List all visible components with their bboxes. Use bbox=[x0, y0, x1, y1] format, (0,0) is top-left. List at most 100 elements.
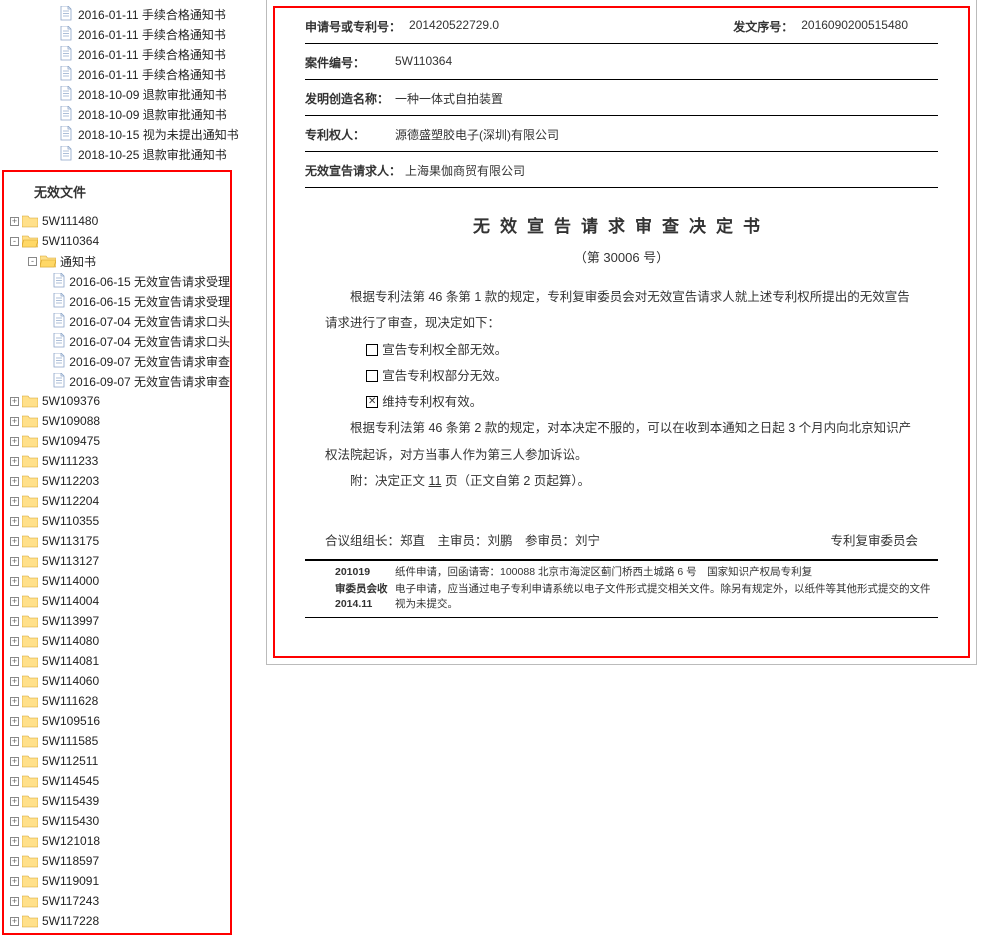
folder-icon bbox=[22, 414, 38, 428]
expand-icon[interactable]: + bbox=[10, 897, 19, 906]
expand-icon[interactable]: + bbox=[10, 517, 19, 526]
tree-file[interactable]: 2018-10-09 退款审批通知书 bbox=[30, 104, 260, 124]
tree-file[interactable]: 2018-10-09 退款审批通知书 bbox=[30, 84, 260, 104]
tree-folder[interactable]: +5W114081 bbox=[8, 651, 230, 671]
tree-folder[interactable]: +5W110355 bbox=[8, 511, 230, 531]
expand-icon[interactable]: + bbox=[10, 577, 19, 586]
tree-folder[interactable]: +5W114004 bbox=[8, 591, 230, 611]
tree-folder[interactable]: +5W115439 bbox=[8, 791, 230, 811]
expand-icon[interactable]: + bbox=[10, 397, 19, 406]
tree-file[interactable]: 2016-01-11 手续合格通知书 bbox=[30, 4, 260, 24]
folder-icon bbox=[22, 634, 38, 648]
expand-icon[interactable]: + bbox=[10, 417, 19, 426]
expand-icon[interactable]: + bbox=[10, 837, 19, 846]
committee-name: 专利复审委员会 bbox=[830, 530, 918, 549]
folder-icon bbox=[22, 394, 38, 408]
requester-label: 无效宣告请求人： bbox=[305, 162, 405, 179]
tree-folder[interactable]: +5W113997 bbox=[8, 611, 230, 631]
tree-folder[interactable]: +5W118597 bbox=[8, 851, 230, 871]
tree-folder[interactable]: +5W112203 bbox=[8, 471, 230, 491]
tree-file[interactable]: 2018-10-15 视为未提出通知书 bbox=[30, 124, 260, 144]
folder-icon bbox=[22, 714, 38, 728]
tree-file[interactable]: 2016-01-11 手续合格通知书 bbox=[30, 64, 260, 84]
tree-folder[interactable]: +5W114060 bbox=[8, 671, 230, 691]
tree-folder[interactable]: +5W114000 bbox=[8, 571, 230, 591]
tree-folder[interactable]: -通知书 bbox=[8, 251, 230, 271]
expand-icon[interactable]: + bbox=[10, 737, 19, 746]
tree-item-label: 5W114060 bbox=[42, 674, 99, 688]
tree-file[interactable]: 2016-09-07 无效宣告请求审查 bbox=[8, 351, 230, 371]
tree-folder[interactable]: +5W119091 bbox=[8, 871, 230, 891]
expand-icon[interactable]: + bbox=[10, 597, 19, 606]
option-maintain-valid: 维持专利权有效。 bbox=[366, 389, 918, 415]
case-no-value: 5W110364 bbox=[395, 54, 452, 71]
tree-item-label: 5W111233 bbox=[42, 454, 98, 468]
expand-icon[interactable]: + bbox=[10, 877, 19, 886]
tree-item-label: 5W110355 bbox=[42, 514, 99, 528]
tree-folder[interactable]: +5W111585 bbox=[8, 731, 230, 751]
tree-folder[interactable]: +5W109516 bbox=[8, 711, 230, 731]
tree-folder[interactable]: +5W111233 bbox=[8, 451, 230, 471]
folder-icon bbox=[22, 734, 38, 748]
expand-icon[interactable]: + bbox=[10, 817, 19, 826]
tree-folder[interactable]: +5W117243 bbox=[8, 891, 230, 911]
expand-icon[interactable]: + bbox=[10, 917, 19, 926]
expand-icon[interactable]: + bbox=[10, 777, 19, 786]
expand-icon[interactable]: + bbox=[10, 757, 19, 766]
tree-folder[interactable]: +5W111480 bbox=[8, 211, 230, 231]
tree-item-label: 5W121018 bbox=[42, 834, 100, 848]
tree-file[interactable]: 2018-10-25 退款审批通知书 bbox=[30, 144, 260, 164]
tree-folder[interactable]: +5W109376 bbox=[8, 391, 230, 411]
tree-folder[interactable]: +5W114545 bbox=[8, 771, 230, 791]
tree-item-label: 5W115439 bbox=[42, 794, 99, 808]
expand-icon[interactable]: + bbox=[10, 677, 19, 686]
requester-value: 上海果伽商贸有限公司 bbox=[405, 162, 525, 179]
tree-folder[interactable]: +5W121018 bbox=[8, 831, 230, 851]
case-no-label: 案件编号： bbox=[305, 54, 395, 71]
tree-item-label: 5W117243 bbox=[42, 894, 99, 908]
app-no-value: 201420522729.0 bbox=[409, 18, 499, 35]
expand-icon[interactable]: + bbox=[10, 537, 19, 546]
folder-icon bbox=[40, 254, 56, 268]
expand-icon[interactable]: + bbox=[10, 457, 19, 466]
expand-icon[interactable]: + bbox=[10, 797, 19, 806]
tree-folder[interactable]: +5W109088 bbox=[8, 411, 230, 431]
tree-item-label: 5W109088 bbox=[42, 414, 100, 428]
tree-file[interactable]: 2016-01-11 手续合格通知书 bbox=[30, 24, 260, 44]
tree-folder[interactable]: +5W112511 bbox=[8, 751, 230, 771]
tree-file[interactable]: 2016-07-04 无效宣告请求口头 bbox=[8, 311, 230, 331]
tree-file[interactable]: 2016-01-11 手续合格通知书 bbox=[30, 44, 260, 64]
folder-icon bbox=[22, 674, 38, 688]
tree-file[interactable]: 2016-06-15 无效宣告请求受理 bbox=[8, 271, 230, 291]
tree-folder[interactable]: +5W112204 bbox=[8, 491, 230, 511]
expand-icon[interactable]: + bbox=[10, 617, 19, 626]
expand-icon[interactable]: + bbox=[10, 717, 19, 726]
tree-folder[interactable]: +5W114080 bbox=[8, 631, 230, 651]
expand-icon[interactable]: + bbox=[10, 477, 19, 486]
expand-icon[interactable]: + bbox=[10, 857, 19, 866]
expand-icon[interactable]: + bbox=[10, 657, 19, 666]
expand-icon[interactable]: + bbox=[10, 497, 19, 506]
tree-item-label: 5W119091 bbox=[42, 874, 99, 888]
tree-file[interactable]: 2016-09-07 无效宣告请求审查 bbox=[8, 371, 230, 391]
tree-file[interactable]: 2016-06-15 无效宣告请求受理 bbox=[8, 291, 230, 311]
collapse-icon[interactable]: - bbox=[10, 237, 19, 246]
collapse-icon[interactable]: - bbox=[28, 257, 37, 266]
expand-icon[interactable]: + bbox=[10, 697, 19, 706]
tree-folder[interactable]: -5W110364 bbox=[8, 231, 230, 251]
tree-folder[interactable]: +5W109475 bbox=[8, 431, 230, 451]
expand-icon[interactable]: + bbox=[10, 557, 19, 566]
tree-folder[interactable]: +5W113175 bbox=[8, 531, 230, 551]
tree-file[interactable]: 2016-07-04 无效宣告请求口头 bbox=[8, 331, 230, 351]
file-icon bbox=[53, 353, 65, 369]
folder-icon bbox=[22, 834, 38, 848]
paragraph-2: 根据专利法第 46 条第 2 款的规定，对本决定不服的，可以在收到本通知之日起 … bbox=[325, 415, 918, 468]
tree-item-label: 2016-09-07 无效宣告请求审查 bbox=[69, 373, 230, 390]
expand-icon[interactable]: + bbox=[10, 217, 19, 226]
expand-icon[interactable]: + bbox=[10, 437, 19, 446]
tree-folder[interactable]: +5W115430 bbox=[8, 811, 230, 831]
tree-folder[interactable]: +5W117228 bbox=[8, 911, 230, 931]
expand-icon[interactable]: + bbox=[10, 637, 19, 646]
tree-folder[interactable]: +5W111628 bbox=[8, 691, 230, 711]
tree-folder[interactable]: +5W113127 bbox=[8, 551, 230, 571]
